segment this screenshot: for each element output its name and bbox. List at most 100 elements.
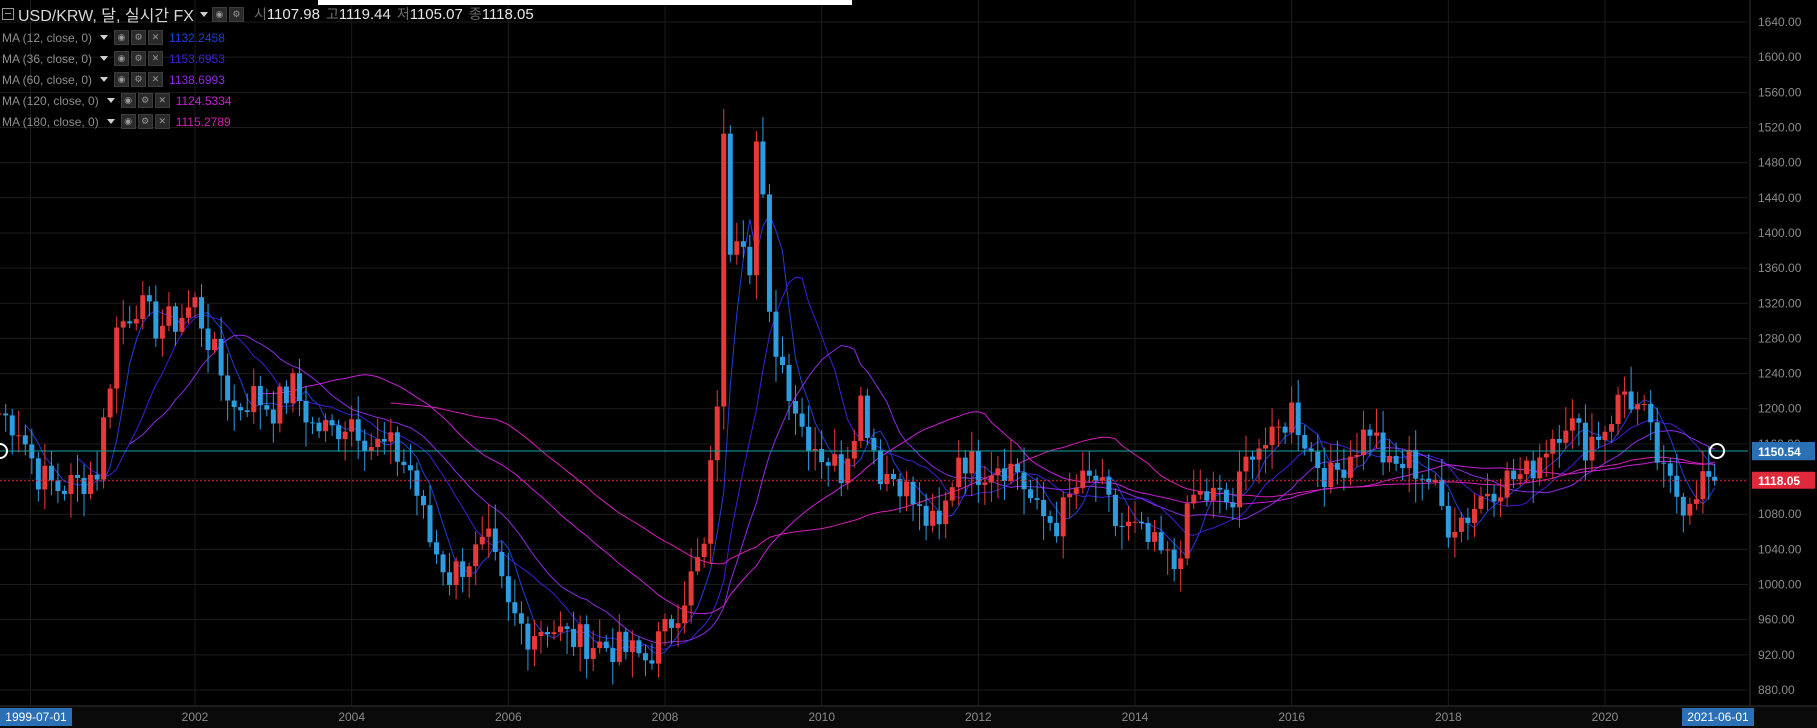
candle-body [68,475,74,494]
candle-body [975,451,981,485]
chevron-down-icon[interactable] [100,77,109,82]
close-icon[interactable]: ✕ [148,72,164,87]
candle-body [1635,404,1641,410]
candle-body [1374,432,1380,436]
eye-icon[interactable]: ◉ [211,6,227,22]
candle-body [55,480,61,491]
candle-body [512,602,518,614]
indicator-row-ma36[interactable]: MA (36, close, 0) ◉ ⚙ ✕ 1153.6953 [2,51,225,66]
time-tick-label: 2020 [1592,710,1619,724]
candle-body [1054,522,1060,537]
candle-body [1498,497,1504,502]
indicator-row-ma12[interactable]: MA (12, close, 0) ◉ ⚙ ✕ 1132.2458 [2,30,225,45]
candle-body [616,631,622,662]
instrument-title[interactable]: USD/KRW, 달, 실시간 FX [18,2,194,26]
candle-body [88,474,94,494]
candle-body [740,241,746,247]
eye-icon[interactable]: ◉ [120,114,136,129]
instrument-header: USD/KRW, 달, 실시간 FX ◉ ⚙ 시1107.98 고1119.44… [2,2,534,26]
candle-body [1380,432,1386,463]
low-key: 저 [396,6,410,22]
candle-body [375,438,381,447]
close-icon[interactable]: ✕ [148,30,164,45]
candle-body [682,605,688,624]
indicator-label[interactable]: MA (180, close, 0) [2,115,99,129]
candle-body [1152,532,1158,542]
time-tick-label: 2006 [495,710,522,724]
time-tick-label: 2014 [1122,710,1149,724]
candle-body [734,241,740,255]
eye-icon[interactable]: ◉ [114,72,130,87]
close-icon[interactable]: ✕ [154,93,170,108]
candle-body [1158,532,1164,551]
candle-body [1106,477,1112,495]
candle-body [1387,455,1393,463]
candle-body [649,660,655,664]
price-tick-label: 960.00 [1758,613,1795,627]
close-key: 종 [468,6,482,22]
candle-body [701,543,707,558]
indicator-row-ma60[interactable]: MA (60, close, 0) ◉ ⚙ ✕ 1138.6993 [2,72,225,87]
close-icon[interactable]: ✕ [154,114,170,129]
candle-body [1008,463,1014,481]
candle-body [16,435,22,437]
chevron-down-icon[interactable] [106,98,115,103]
candle-body [714,406,720,461]
indicator-row-ma120[interactable]: MA (120, close, 0) ◉ ⚙ ✕ 1124.5334 [2,93,232,108]
price-badge-label: 1150.54 [1758,445,1801,459]
gear-icon[interactable]: ⚙ [131,72,147,87]
candle-body [884,473,890,485]
price-chart[interactable]: 880.00 920.00 960.00 1000.00 1040.00 1080.00 1… [0,0,1817,728]
candle-body [1700,471,1706,500]
chevron-down-icon[interactable] [100,56,109,61]
time-tick-label: 2010 [808,710,835,724]
candle-body [1400,463,1406,469]
gear-icon[interactable]: ⚙ [131,30,147,45]
ma-line-120 [260,374,1715,615]
candle-body [1236,471,1242,508]
price-tick-label: 1240.00 [1758,367,1802,381]
chevron-down-icon[interactable] [106,119,115,124]
close-icon[interactable]: ✕ [148,51,164,66]
chevron-down-icon[interactable] [100,35,109,40]
candle-body [1015,463,1020,473]
candle-body [1204,491,1210,501]
eye-icon[interactable]: ◉ [114,51,130,66]
candle-body [1654,422,1660,463]
candle-body [218,338,224,376]
eye-icon[interactable]: ◉ [120,93,136,108]
candle-body [310,422,315,424]
gear-icon[interactable]: ⚙ [131,51,147,66]
candle-body [773,311,779,357]
candle-body [120,321,126,328]
indicator-value: 1153.6953 [169,51,225,66]
indicator-row-ma180[interactable]: MA (180, close, 0) ◉ ⚙ ✕ 1115.2789 [2,114,231,129]
candle-body [303,400,309,423]
candle-body [858,395,864,441]
gear-icon[interactable]: ⚙ [137,114,153,129]
indicator-label[interactable]: MA (36, close, 0) [2,52,92,66]
candle-body [851,440,857,459]
indicator-value: 1138.6993 [169,72,225,87]
indicator-label[interactable]: MA (60, close, 0) [2,73,92,87]
indicator-label[interactable]: MA (12, close, 0) [2,31,92,45]
gear-icon[interactable]: ⚙ [137,93,153,108]
candle-body [825,462,831,466]
candle-body [904,481,910,497]
candle-body [1517,474,1523,480]
candle-body [290,373,296,404]
gear-icon[interactable]: ⚙ [228,6,244,22]
candle-body [440,554,446,573]
candle-body [1413,449,1419,479]
candle-body [244,410,250,413]
chevron-down-icon[interactable] [199,11,208,17]
candle-body [1080,470,1086,488]
candle-body [1609,424,1615,432]
indicator-label[interactable]: MA (120, close, 0) [2,94,99,108]
candle-body [1067,493,1073,498]
candle-body [1139,521,1145,524]
candle-body [538,632,544,637]
indicator-value: 1132.2458 [169,30,225,45]
collapse-icon[interactable] [2,8,14,20]
eye-icon[interactable]: ◉ [114,30,130,45]
